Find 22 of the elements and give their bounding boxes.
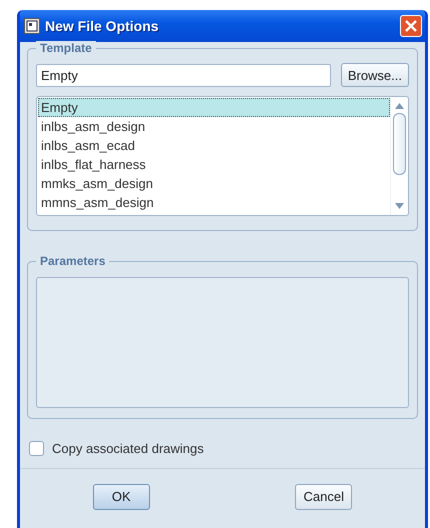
ok-button[interactable]: OK <box>92 484 150 510</box>
group-legend: Parameters <box>36 254 110 268</box>
template-field[interactable]: Empty <box>36 64 331 86</box>
scroll-up-icon[interactable] <box>395 103 404 109</box>
browse-button[interactable]: Browse... <box>340 63 409 87</box>
scrollbar[interactable] <box>390 97 408 215</box>
list-item[interactable]: inlbs_flat_harness <box>38 155 390 174</box>
list-item[interactable]: mmns_asm_design <box>38 193 390 212</box>
cancel-button[interactable]: Cancel <box>295 484 352 510</box>
scroll-thumb[interactable] <box>393 113 406 175</box>
close-button[interactable] <box>400 15 422 37</box>
window-title: New File Options <box>45 18 160 34</box>
checkbox-label: Copy associated drawings <box>52 441 204 456</box>
list-item[interactable]: mmks_asm_design <box>38 174 390 193</box>
checkbox[interactable] <box>29 441 44 456</box>
scroll-down-icon[interactable] <box>395 203 404 209</box>
list-item[interactable]: inlbs_asm_ecad <box>38 136 390 155</box>
close-icon <box>405 20 417 32</box>
window-icon <box>24 18 40 34</box>
group-legend: Template <box>36 41 96 55</box>
list-item[interactable]: Empty <box>38 98 390 117</box>
list-item[interactable]: inlbs_asm_design <box>38 117 390 136</box>
